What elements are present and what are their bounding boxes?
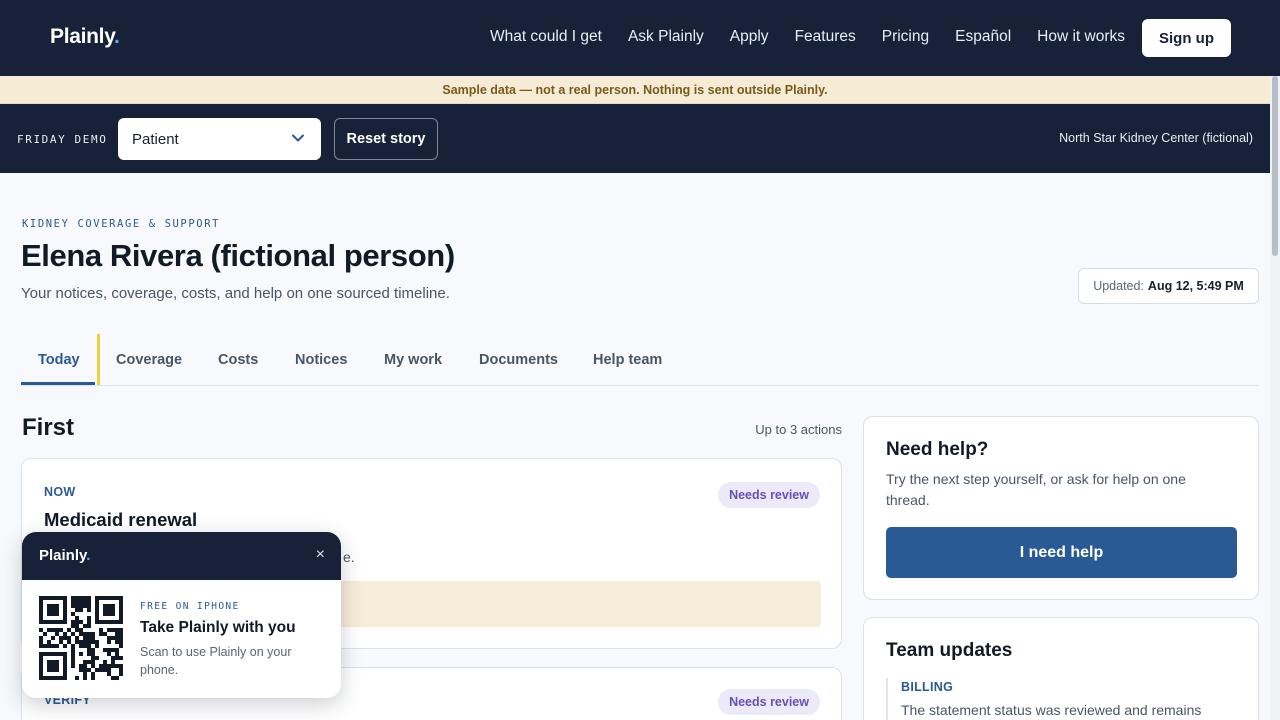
popup-text: Scan to use Plainly on your phone. — [140, 645, 292, 677]
nav-link-features[interactable]: Features — [795, 28, 856, 46]
brand-logo[interactable]: Plainly. — [50, 25, 120, 49]
nav-link-apply[interactable]: Apply — [730, 28, 769, 46]
page-scrollbar[interactable] — [1270, 76, 1280, 720]
tab-help-team[interactable]: Help team — [593, 334, 662, 386]
role-select-value: Patient — [132, 130, 179, 148]
updated-value: Aug 12, 5:49 PM — [1147, 279, 1244, 293]
team-update-text: The statement status was reviewed and re… — [901, 702, 1202, 718]
need-help-card: Need help? Try the next step yourself, o… — [863, 416, 1259, 600]
chevron-down-icon — [292, 134, 304, 142]
nav-links: What could I get Ask Plainly Apply Featu… — [464, 28, 1125, 46]
app-download-popup: Plainly. × FREE ON IPHONE Take Plainly w… — [22, 532, 341, 698]
role-select[interactable]: Patient — [118, 118, 321, 160]
tab-focus-marker — [97, 334, 100, 385]
nav-link-how-it-works[interactable]: How it works — [1037, 28, 1125, 46]
nav-link-pricing[interactable]: Pricing — [882, 28, 929, 46]
center-name: North Star Kidney Center (fictional) — [1059, 131, 1253, 145]
help-title: Need help? — [886, 439, 989, 460]
page-title: Elena Rivera (fictional person) — [21, 238, 455, 273]
timeline-bar — [886, 678, 888, 720]
brand-name: Plainly — [50, 25, 115, 48]
nav-link-espanol[interactable]: Español — [955, 28, 1011, 46]
popup-header: Plainly. × — [22, 532, 341, 580]
tab-today[interactable]: Today — [38, 334, 80, 386]
i-need-help-button[interactable]: I need help — [886, 527, 1237, 578]
status-badge: Needs review — [718, 482, 820, 508]
team-update-label: BILLING — [901, 680, 954, 694]
status-badge: Needs review — [718, 689, 820, 715]
popup-title: Take Plainly with you — [140, 619, 296, 636]
popup-brand-dot: . — [86, 547, 91, 564]
demo-label: FRIDAY DEMO — [17, 133, 108, 146]
demo-bar: FRIDAY DEMO Patient Reset story North St… — [0, 104, 1270, 173]
updated-badge: Updated: Aug 12, 5:49 PM — [1078, 268, 1259, 304]
tab-notices[interactable]: Notices — [295, 334, 347, 386]
qr-code-icon — [39, 596, 123, 680]
tab-bar: Today Coverage Costs Notices My work Doc… — [21, 334, 1259, 386]
popup-brand: Plainly. — [39, 547, 90, 564]
help-text: Try the next step yourself, or ask for h… — [886, 471, 1186, 508]
scrollbar-thumb[interactable] — [1272, 76, 1278, 256]
team-title: Team updates — [886, 640, 1013, 661]
top-nav: Plainly. What could I get Ask Plainly Ap… — [0, 0, 1280, 76]
page-subtitle: Your notices, coverage, costs, and help … — [21, 285, 450, 302]
section-heading: First — [22, 414, 75, 441]
tab-active-underline — [21, 382, 95, 385]
tab-my-work[interactable]: My work — [384, 334, 442, 386]
signup-button[interactable]: Sign up — [1142, 19, 1231, 57]
popup-brand-name: Plainly — [39, 547, 87, 564]
nav-link-what-could-i-get[interactable]: What could I get — [490, 28, 602, 46]
popup-eyebrow: FREE ON IPHONE — [140, 601, 240, 612]
section-note: Up to 3 actions — [755, 422, 842, 437]
card-body-text: e. — [343, 549, 355, 565]
card-title: Medicaid renewal — [44, 509, 198, 530]
updated-label: Updated: — [1093, 279, 1144, 293]
tab-costs[interactable]: Costs — [218, 334, 258, 386]
tab-documents[interactable]: Documents — [479, 334, 558, 386]
tab-coverage[interactable]: Coverage — [116, 334, 182, 386]
sample-data-banner: Sample data — not a real person. Nothing… — [0, 76, 1270, 104]
reset-story-button[interactable]: Reset story — [334, 118, 438, 160]
close-icon[interactable]: × — [316, 546, 325, 564]
team-updates-card: Team updates BILLING The statement statu… — [863, 617, 1259, 720]
page-eyebrow: KIDNEY COVERAGE & SUPPORT — [22, 218, 221, 230]
brand-dot: . — [114, 25, 120, 48]
card-eyebrow: NOW — [44, 485, 76, 499]
nav-link-ask-plainly[interactable]: Ask Plainly — [628, 28, 704, 46]
